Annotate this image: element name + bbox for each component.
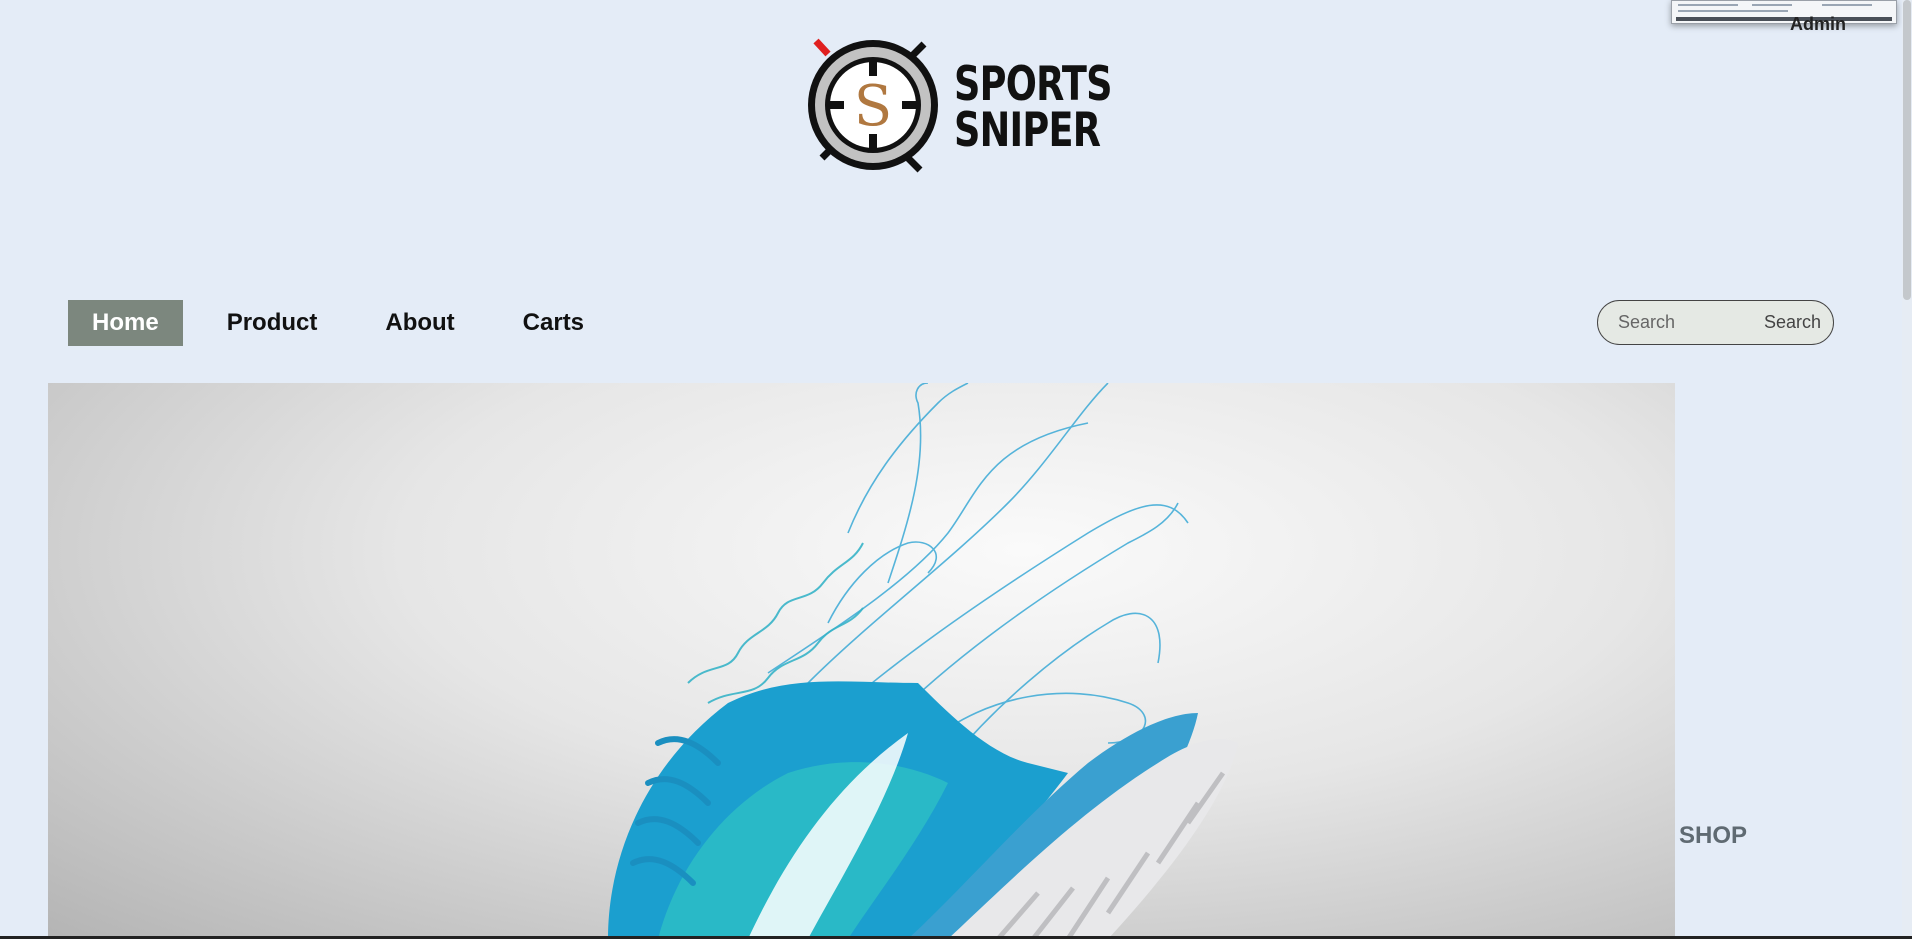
shop-label[interactable]: SHOP bbox=[1679, 822, 1747, 850]
nav-home[interactable]: Home bbox=[68, 300, 183, 346]
hero-banner-image bbox=[48, 383, 1675, 939]
sneaker-illustration bbox=[608, 383, 1238, 939]
logo-monogram: S bbox=[854, 74, 892, 139]
crosshair-logo-icon: S bbox=[808, 38, 938, 173]
nav-product[interactable]: Product bbox=[203, 300, 342, 346]
scrollbar-thumb[interactable] bbox=[1903, 0, 1911, 300]
brand-name: SPORTS SNIPER bbox=[954, 57, 1113, 158]
brand-line-1: SPORTS bbox=[954, 57, 1113, 112]
search-form: Search bbox=[1597, 300, 1834, 345]
admin-link[interactable]: Admin bbox=[1790, 14, 1846, 35]
page-scrollbar[interactable] bbox=[1902, 0, 1912, 939]
main-nav: Home Product About Carts bbox=[68, 300, 628, 346]
search-input[interactable] bbox=[1616, 311, 1760, 334]
nav-about[interactable]: About bbox=[361, 300, 478, 346]
admin-window-thumbnail[interactable] bbox=[1671, 0, 1897, 24]
nav-carts[interactable]: Carts bbox=[499, 300, 608, 346]
brand-line-2: SNIPER bbox=[954, 103, 1101, 158]
brand-logo[interactable]: S SPORTS SNIPER bbox=[800, 34, 1113, 174]
search-button[interactable]: Search bbox=[1764, 312, 1821, 333]
